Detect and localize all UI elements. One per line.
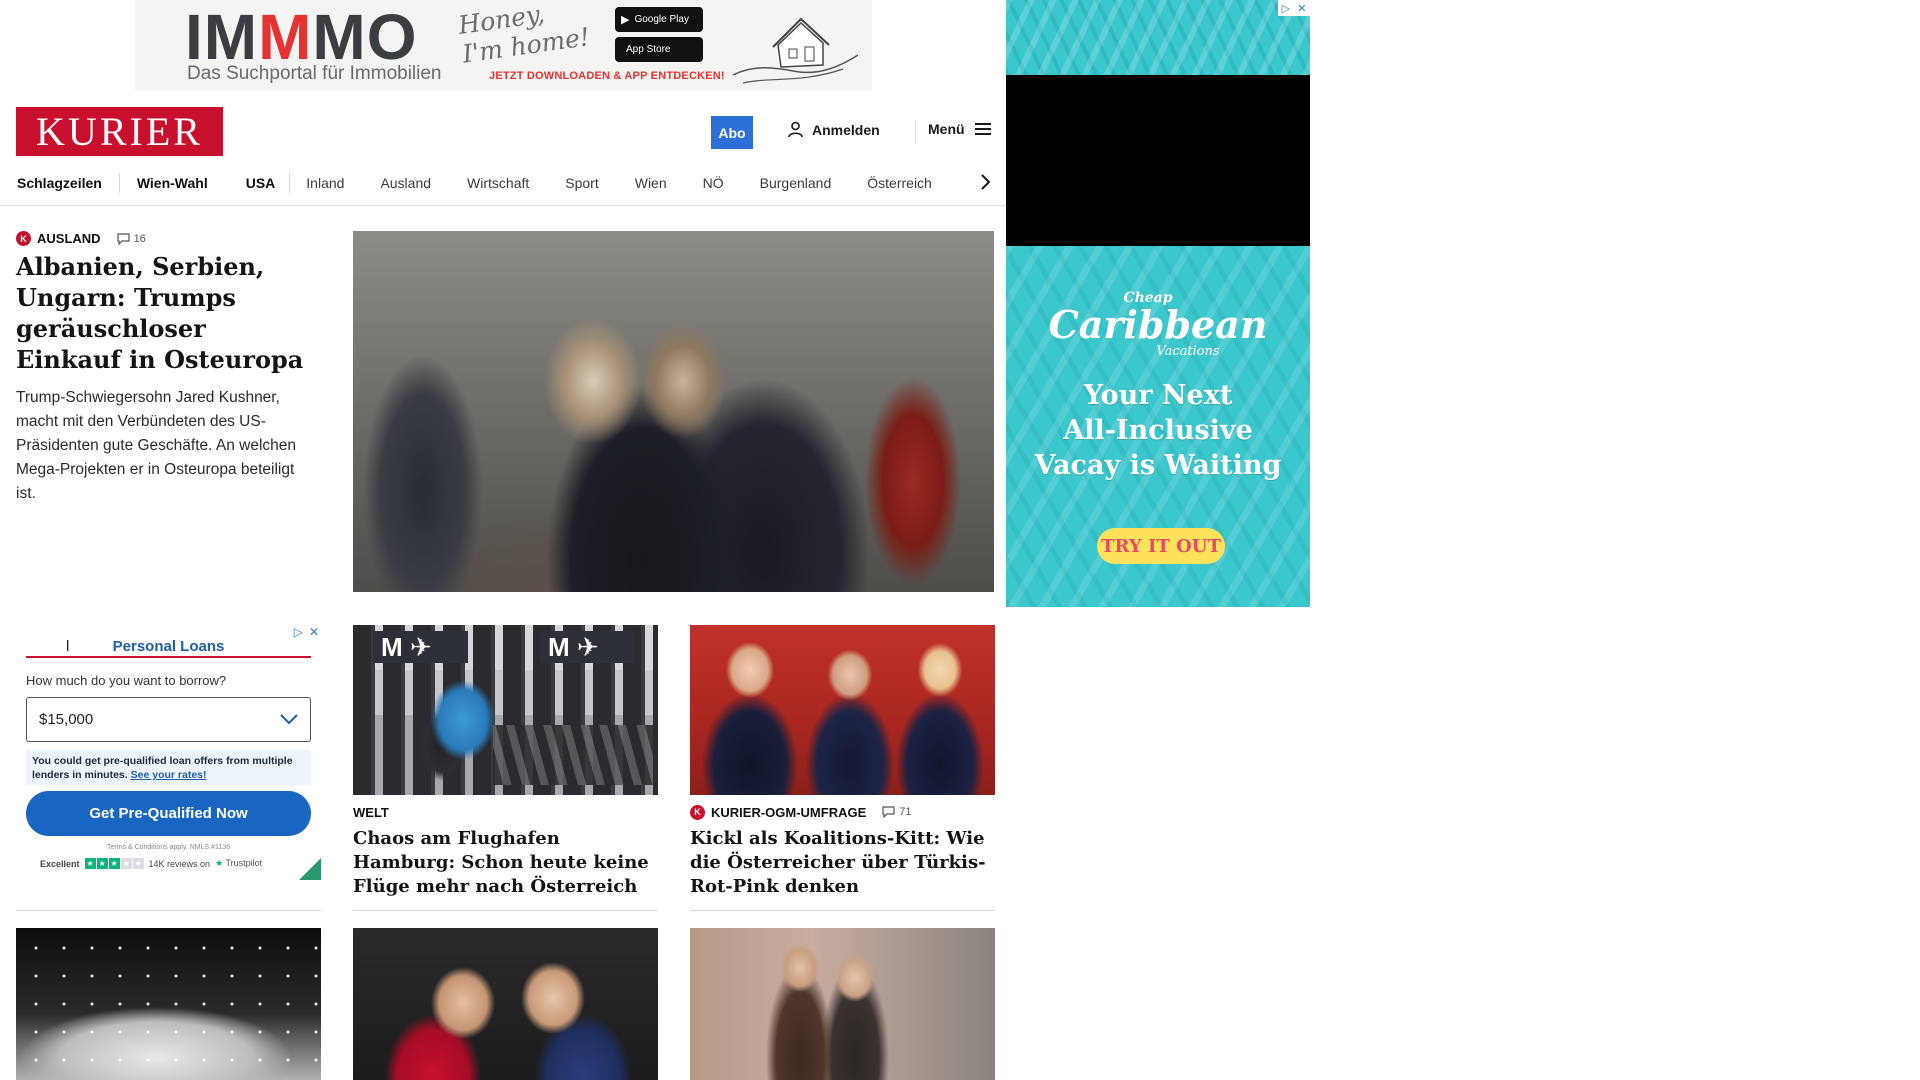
lead-headline[interactable]: Albanien, Serbien, Ungarn: Trumps geräus… bbox=[16, 251, 316, 375]
play-store-icon: ▶ bbox=[621, 14, 630, 26]
trustpilot-rating: Excellent ★ ★ ★ ★ ★ 14K reviews on ★ Trustpi… bbox=[40, 858, 263, 869]
loan-ad-cursor: l bbox=[66, 638, 70, 655]
ad-video-area[interactable] bbox=[1006, 75, 1310, 246]
chevron-right-icon[interactable] bbox=[975, 172, 995, 192]
comment-icon bbox=[882, 806, 895, 818]
nav-separator bbox=[289, 173, 291, 193]
article-photo[interactable] bbox=[690, 928, 995, 1080]
nav-item-wien-wahl[interactable]: Wien-Wahl bbox=[137, 175, 208, 191]
see-rates-link[interactable]: See your rates! bbox=[131, 769, 207, 781]
article-photo[interactable] bbox=[690, 625, 995, 795]
airport-chairs bbox=[493, 725, 653, 785]
ad-palm-background bbox=[1006, 0, 1310, 75]
article-kicker: K KURIER-OGM-UMFRAGE 71 bbox=[690, 804, 995, 820]
article-photo[interactable]: M ✈ M ✈ bbox=[353, 625, 658, 795]
menu-button[interactable]: Menü bbox=[928, 121, 991, 137]
nav-item-inland[interactable]: Inland bbox=[306, 175, 344, 191]
immmo-logo: IMMMO bbox=[185, 1, 418, 73]
google-play-badge[interactable]: ▶ Google Play bbox=[615, 7, 703, 32]
kurier-k-icon: K bbox=[690, 804, 705, 820]
kurier-k-icon: K bbox=[16, 231, 31, 246]
nav-item-wirtschaft[interactable]: Wirtschaft bbox=[467, 175, 529, 191]
chevron-down-icon bbox=[280, 714, 298, 725]
nav-item-schlagzeilen[interactable]: Schlagzeilen bbox=[17, 175, 102, 191]
airport-sign: M ✈ bbox=[540, 631, 635, 663]
row-divider bbox=[16, 910, 321, 911]
ad-corner-triangle bbox=[299, 858, 321, 880]
personal-loans-ad[interactable]: ▷ ✕ l Personal Loans How much do you want… bbox=[16, 625, 321, 880]
top-banner-ad[interactable]: IMMMO Das Suchportal für Immobilien Hone… bbox=[135, 0, 872, 90]
user-icon bbox=[788, 121, 803, 138]
ad-cta-text: JETZT DOWNLOADEN & APP ENTDECKEN! bbox=[489, 70, 725, 82]
close-ad-icon[interactable]: ✕ bbox=[1297, 2, 1306, 15]
nav-item-ausland[interactable]: Ausland bbox=[380, 175, 431, 191]
nav-item-oesterreich[interactable]: Österreich bbox=[867, 175, 932, 191]
section-nav: Schlagzeilen Wien-Wahl USA Inland Auslan… bbox=[0, 160, 1006, 206]
loan-note: You could get pre-qualified loan offers … bbox=[26, 750, 311, 785]
nav-separator bbox=[118, 173, 120, 193]
nav-item-wien[interactable]: Wien bbox=[635, 175, 667, 191]
trustpilot-logo: ★ Trustpilot bbox=[215, 858, 263, 868]
app-store-badge[interactable]: App Store bbox=[615, 37, 703, 62]
article-card[interactable] bbox=[16, 928, 321, 1080]
cheap-caribbean-logo: Cheap Caribbean Vacations bbox=[1048, 290, 1268, 359]
nav-item-burgenland[interactable]: Burgenland bbox=[760, 175, 832, 191]
close-ad-icon[interactable]: ✕ bbox=[309, 625, 319, 639]
side-banner-ad[interactable]: ▷ ✕ Cheap Caribbean Vacations Your Next A… bbox=[1006, 0, 1310, 607]
try-it-out-button[interactable]: TRY IT OUT bbox=[1097, 528, 1225, 564]
loan-question: How much do you want to borrow? bbox=[26, 673, 227, 688]
abo-button[interactable]: Abo bbox=[711, 116, 753, 149]
ad-controls[interactable]: ▷ ✕ bbox=[294, 625, 319, 639]
get-prequalified-button[interactable]: Get Pre-Qualified Now bbox=[26, 791, 311, 836]
lead-meta: K AUSLAND 16 bbox=[16, 231, 146, 246]
article-card[interactable]: M ✈ M ✈ WELT Chaos am Flughafen Hamburg:… bbox=[353, 625, 658, 899]
loan-amount-select[interactable]: $15,000 bbox=[26, 697, 311, 742]
row-divider bbox=[353, 910, 658, 911]
rating-stars-icon: ★ ★ ★ ★ ★ bbox=[84, 858, 144, 869]
adchoices-badge[interactable]: ▷ ✕ bbox=[1278, 0, 1310, 16]
loan-ad-heading: l Personal Loans bbox=[26, 638, 311, 658]
comment-count[interactable]: 71 bbox=[882, 806, 912, 818]
ad-headline: Your Next All-Inclusive Vacay is Waiting bbox=[1034, 380, 1282, 481]
lead-teaser[interactable]: Trump-Schwiegersohn Jared Kushner, macht… bbox=[16, 386, 316, 506]
nav-item-sport[interactable]: Sport bbox=[565, 175, 598, 191]
article-headline[interactable]: Kickl als Koalitions-Kitt: Wie die Öster… bbox=[690, 827, 995, 899]
lead-section-label[interactable]: AUSLAND bbox=[37, 231, 101, 246]
kurier-logo[interactable]: KURIER bbox=[16, 107, 223, 156]
comment-icon bbox=[116, 232, 130, 245]
loan-terms: Terms & Conditions apply. NMLS #1136 bbox=[106, 844, 231, 851]
article-photo[interactable] bbox=[16, 928, 321, 1080]
ad-script-text: Honey, I'm home! bbox=[456, 0, 592, 69]
article-photo[interactable] bbox=[353, 928, 658, 1080]
article-card[interactable] bbox=[690, 928, 995, 1080]
row-divider bbox=[690, 910, 995, 911]
article-headline[interactable]: Chaos am Flughafen Hamburg: Schon heute … bbox=[353, 827, 658, 899]
comment-count[interactable]: 16 bbox=[116, 232, 146, 245]
article-card[interactable]: K KURIER-OGM-UMFRAGE 71 Kickl als Koalit… bbox=[690, 625, 995, 899]
article-card[interactable] bbox=[353, 928, 658, 1080]
adchoices-icon[interactable]: ▷ bbox=[1282, 2, 1290, 15]
ad-tagline: Das Suchportal für Immobilien bbox=[187, 63, 442, 84]
hamburger-icon bbox=[974, 123, 991, 135]
airport-sign: M ✈ bbox=[373, 631, 468, 663]
article-kicker: WELT bbox=[353, 804, 389, 820]
login-link[interactable]: Anmelden bbox=[787, 121, 880, 138]
adchoices-icon[interactable]: ▷ bbox=[294, 625, 303, 639]
nav-item-noe[interactable]: NÖ bbox=[703, 175, 724, 191]
lead-photo[interactable] bbox=[353, 231, 994, 592]
header-divider bbox=[915, 120, 916, 144]
hand-house-illustration bbox=[732, 17, 859, 84]
nav-item-usa[interactable]: USA bbox=[246, 175, 276, 191]
